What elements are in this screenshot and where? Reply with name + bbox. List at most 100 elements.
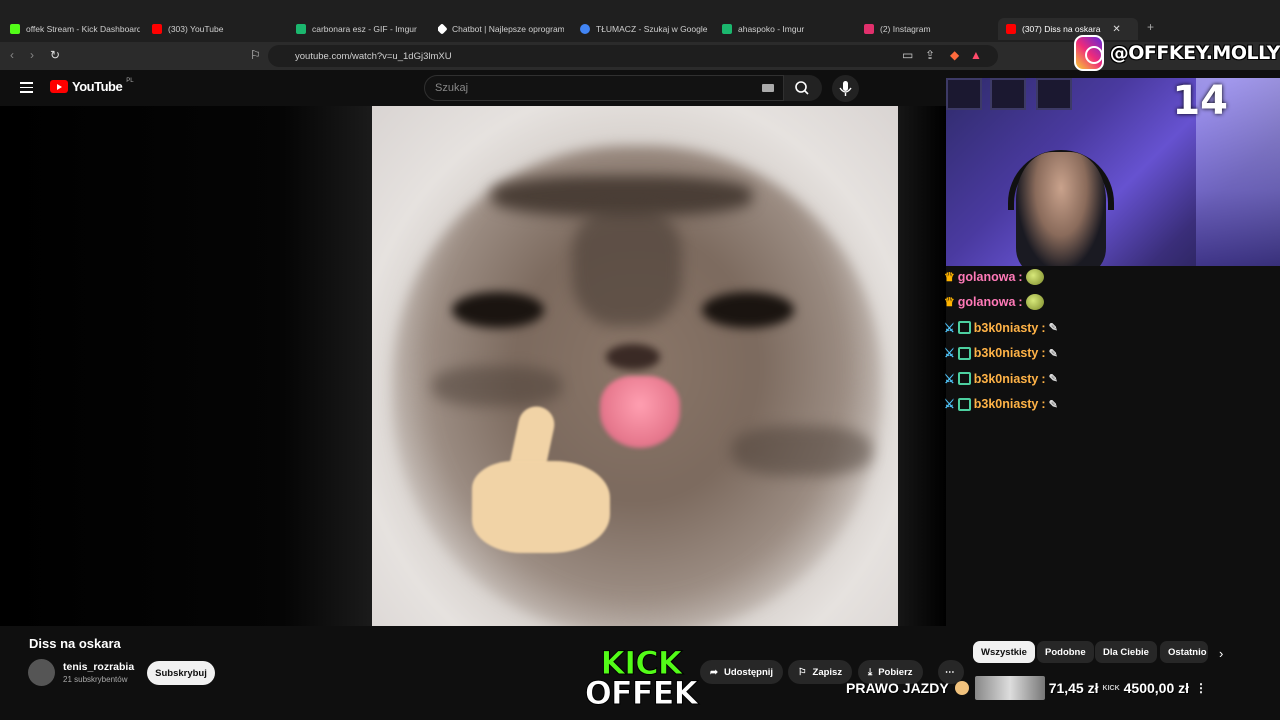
pen-emote-icon: ✎ [1048,347,1058,360]
frog-emote-icon [1025,294,1044,311]
thumbs-up-hand [472,403,612,556]
wall-poster [990,78,1026,110]
chip-recent[interactable]: Ostatnio [1160,641,1208,663]
wall-poster [946,78,982,110]
share-icon: ➦ [710,666,718,678]
wall-poster [1036,78,1072,110]
cat-right-eye [702,292,794,328]
new-tab-icon[interactable]: + [1147,20,1154,34]
sword-badge-icon: ⚔ [944,346,955,361]
instagram-icon [864,24,874,34]
cat-fur-stripe [732,426,872,476]
share-page-icon[interactable]: ⇪ [925,48,935,62]
bookmark-icon[interactable]: ⚐ [250,48,261,62]
chat-colon: : [1041,397,1046,412]
sword-badge-icon: ⚔ [944,320,955,335]
chat-colon: : [1041,346,1046,361]
chat-message: ⚔ b3k0niasty: ✎ [944,371,1058,386]
channel-name[interactable]: tenis_rozrabia [63,661,134,673]
chat-colon: : [1041,371,1046,386]
chat-message: ⚔ b3k0niasty: ✎ [944,320,1058,335]
youtube-logo[interactable]: YouTube PL [50,78,134,94]
cat-left-eye [452,292,544,328]
tab-imgur-ahaspoko[interactable]: ahaspoko - Imgur [722,18,852,40]
chat-colon: : [1018,269,1023,284]
tab-instagram[interactable]: (2) Instagram [864,18,994,40]
subscriber-badge-icon [957,321,971,335]
sword-badge-icon: ⚔ [944,371,955,386]
cat-fur-stripe [572,206,682,326]
chat-colon: : [1018,295,1023,310]
kick-icon [10,24,20,34]
instagram-logo-icon [1074,35,1104,71]
video-title: Diss na oskara [29,636,121,651]
subscribe-button[interactable]: Subskrybuj [147,661,215,685]
frog-emote-icon [1025,268,1044,285]
keyboard-icon[interactable] [762,84,774,92]
subscriber-badge-icon [957,346,971,360]
share-button[interactable]: ➦ Udostępnij [700,660,784,684]
chat-message: ⚔ b3k0niasty: ✎ [944,346,1058,361]
pen-emote-icon: ✎ [1048,322,1058,335]
search-input[interactable]: Szukaj [424,75,784,101]
hand-fist [472,461,610,553]
cat-fur-stripe [432,366,562,406]
youtube-icon [152,24,162,34]
video-frame[interactable] [372,106,898,626]
subscriber-badge-icon [957,372,971,386]
pen-emote-icon: ✎ [1048,398,1058,411]
cat-tongue [600,376,680,448]
instagram-overlay: @OFFKEY.MOLLY [1074,33,1280,73]
chat-message: ♛ golanowa: [944,264,1280,290]
google-icon [580,24,590,34]
cat-nose [606,344,660,370]
pen-emote-icon: ✎ [1048,373,1058,386]
chip-all[interactable]: Wszystkie [973,641,1035,663]
menu-icon[interactable] [20,82,33,96]
save-button[interactable]: ⚐ Zapisz [788,660,853,684]
chatbot-icon [438,23,448,35]
forward-icon[interactable]: › [30,48,34,62]
chat-message: ⚔ b3k0niasty: ✎ [944,397,1058,412]
crown-badge-icon: ♛ [944,295,955,310]
chat-colon: : [1041,320,1046,335]
reload-icon[interactable]: ↻ [50,48,60,62]
bookmark-icon: ⚐ [798,666,807,678]
youtube-header: YouTube PL Szukaj [0,70,946,106]
laugh-emoji-icon [954,681,969,695]
tab-kick-dashboard[interactable]: offek Stream - Kick Dashboard [10,18,140,40]
crown-badge-icon: ♛ [944,269,955,284]
search-icon [795,81,809,95]
brave-shield-icon[interactable]: ◆ [950,48,959,62]
stream-chat: ♛ golanowa: ♛ golanowa: ⚔ b3k0niasty: ✎ … [944,264,1280,417]
channel-avatar[interactable] [28,659,55,686]
brave-rewards-icon[interactable]: ▲ [970,48,982,62]
url-field[interactable]: youtube.com/watch?v=u_1dGj3lmXU [268,45,998,67]
tab-google-tlumacz[interactable]: TŁUMACZ - Szukaj w Google [580,18,710,40]
microphone-icon [839,81,852,96]
youtube-play-icon [50,80,68,93]
chip-related[interactable]: Podobne [1037,641,1094,663]
tab-youtube-home[interactable]: (303) YouTube [152,18,282,40]
back-icon[interactable]: ‹ [10,48,14,62]
imgur-icon [296,24,306,34]
imgur-icon [722,24,732,34]
streamer [1016,152,1106,266]
install-app-icon[interactable]: ▭ [902,48,913,62]
voice-search-button[interactable] [832,75,859,102]
chevron-right-icon[interactable]: › [1219,646,1223,661]
more-vert-icon[interactable]: ⋮ [1195,681,1207,695]
chip-for-you[interactable]: Dla Ciebie [1095,641,1157,663]
tab-imgur-carbonara[interactable]: carbonara esz - GIF - Imgur [296,18,426,40]
donor-face-image [974,676,1045,700]
subscriber-count: 21 subskrybentów [63,675,128,684]
search-button[interactable] [784,75,822,101]
kick-offek-logo: KICK OFFEK [584,644,699,713]
donation-ticker: PRAWO JAZDY 71,45 zł KICK 4500,00 zł ⋮ [846,674,1246,702]
webcam-overlay: 14 [946,78,1280,266]
tab-chatbot[interactable]: Chatbot | Najlepsze oprogramo [438,18,564,40]
subscriber-badge-icon [957,397,971,411]
youtube-icon [1006,24,1016,34]
chat-message: ♛ golanowa: [944,290,1280,316]
sword-badge-icon: ⚔ [944,397,955,412]
